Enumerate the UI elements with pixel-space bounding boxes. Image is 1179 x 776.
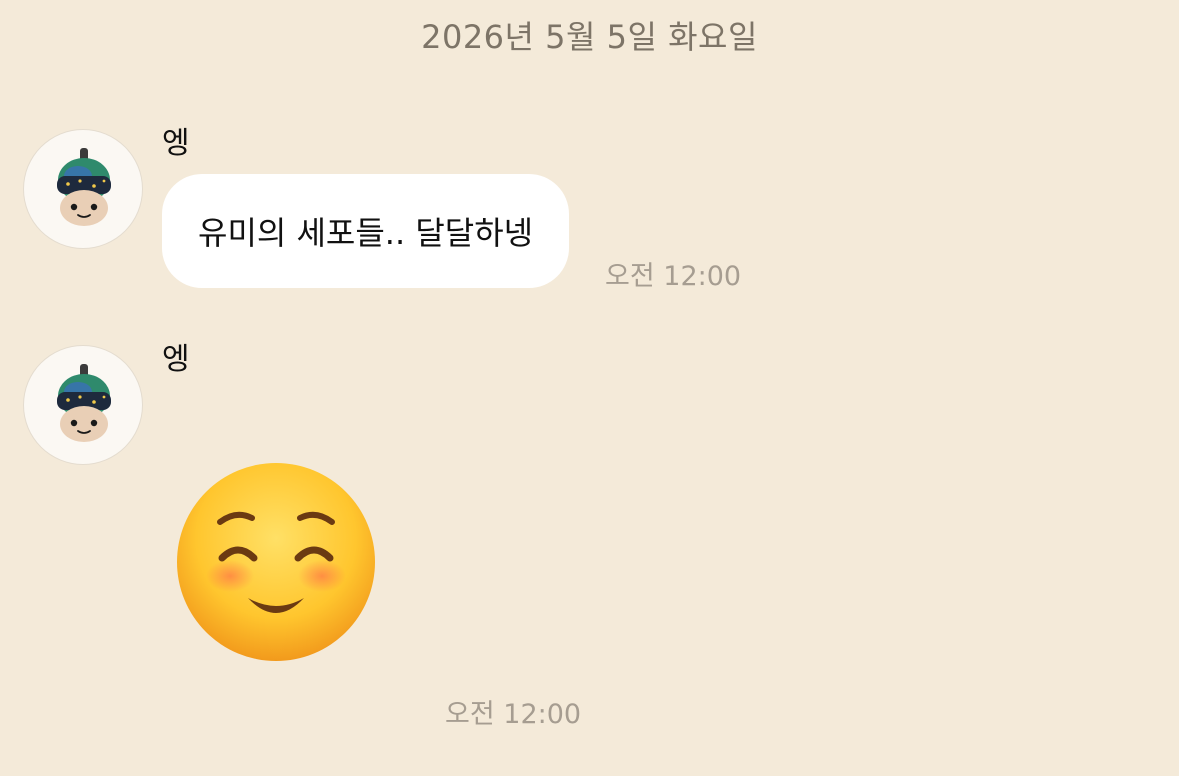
sender-avatar[interactable]: [24, 346, 142, 464]
emoji-sticker-message[interactable]: [172, 458, 380, 666]
message-bubble[interactable]: 유미의 세포들.. 달달하넹: [162, 174, 570, 288]
message-text: 유미의 세포들.. 달달하넹: [198, 214, 534, 252]
message-timestamp: 오전 12:00: [445, 699, 582, 730]
blushing-smile-emoji-icon: [177, 463, 375, 661]
sender-name: 엥: [162, 342, 190, 377]
character-doll-avatar-icon: [57, 364, 111, 442]
message-timestamp: 오전 12:00: [605, 261, 742, 292]
sender-name: 엥: [162, 126, 190, 161]
character-doll-avatar-icon: [57, 148, 111, 226]
sender-avatar[interactable]: [24, 130, 142, 248]
date-header: 2026년 5월 5일 화요일: [421, 18, 758, 56]
